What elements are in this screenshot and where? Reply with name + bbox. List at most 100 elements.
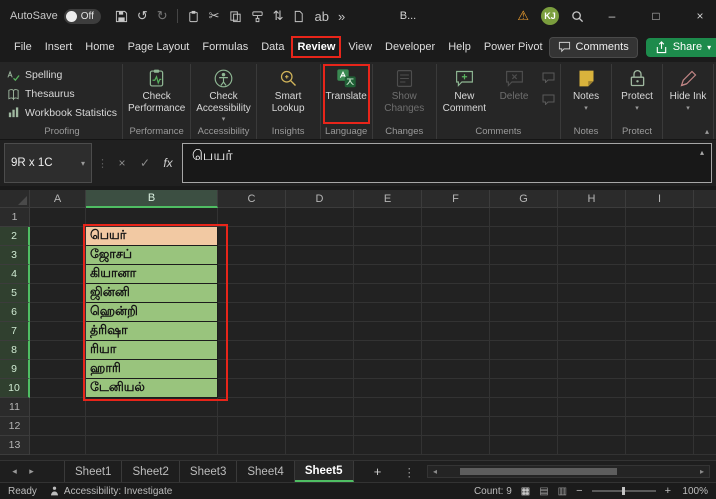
new-document-button[interactable] bbox=[292, 10, 305, 23]
scrollbar-thumb[interactable] bbox=[459, 468, 617, 475]
cell-c4[interactable] bbox=[218, 265, 286, 284]
comments-button[interactable]: Comments bbox=[548, 36, 638, 58]
cell-b6[interactable]: ஹென்றி bbox=[86, 303, 218, 322]
cell-f2[interactable] bbox=[422, 227, 490, 246]
tab-page-layout[interactable]: Page Layout bbox=[122, 36, 196, 58]
cell-d4[interactable] bbox=[286, 265, 354, 284]
cut-button[interactable]: ✂ bbox=[209, 8, 220, 24]
column-header-g[interactable]: G bbox=[490, 190, 558, 208]
cell-h4[interactable] bbox=[558, 265, 626, 284]
cell-c10[interactable] bbox=[218, 379, 286, 398]
cell-i3[interactable] bbox=[626, 246, 694, 265]
autosave-switch[interactable]: Off bbox=[63, 8, 101, 24]
cell-d1[interactable] bbox=[286, 208, 354, 227]
previous-comment-button[interactable] bbox=[540, 70, 556, 84]
cell-h8[interactable] bbox=[558, 341, 626, 360]
cell-e13[interactable] bbox=[354, 436, 422, 455]
cell-a7[interactable] bbox=[30, 322, 86, 341]
cell-i6[interactable] bbox=[626, 303, 694, 322]
cell-e2[interactable] bbox=[354, 227, 422, 246]
cell-h6[interactable] bbox=[558, 303, 626, 322]
cell-f12[interactable] bbox=[422, 417, 490, 436]
cell-i5[interactable] bbox=[626, 284, 694, 303]
save-button[interactable] bbox=[115, 10, 128, 23]
cell-g7[interactable] bbox=[490, 322, 558, 341]
cell-d10[interactable] bbox=[286, 379, 354, 398]
cell-g8[interactable] bbox=[490, 341, 558, 360]
tab-power-pivot[interactable]: Power Pivot bbox=[478, 36, 549, 58]
cell-b10[interactable]: டேனியல் bbox=[86, 379, 218, 398]
cell-e9[interactable] bbox=[354, 360, 422, 379]
share-button[interactable]: Share ▾ bbox=[645, 37, 716, 57]
cell-c7[interactable] bbox=[218, 322, 286, 341]
cell-f1[interactable] bbox=[422, 208, 490, 227]
warning-icon[interactable]: ⚠ bbox=[517, 8, 529, 24]
delete-comment-button[interactable]: Delete bbox=[491, 64, 537, 124]
column-header-f[interactable]: F bbox=[422, 190, 490, 208]
cell-c9[interactable] bbox=[218, 360, 286, 379]
cell-a3[interactable] bbox=[30, 246, 86, 265]
cell-g9[interactable] bbox=[490, 360, 558, 379]
sheet-tab-sheet3[interactable]: Sheet3 bbox=[180, 461, 238, 482]
cell-h1[interactable] bbox=[558, 208, 626, 227]
thesaurus-button[interactable]: Thesaurus bbox=[4, 88, 78, 101]
cell-b3[interactable]: ஜோசப் bbox=[86, 246, 218, 265]
cell-b5[interactable]: ஜின்னி bbox=[86, 284, 218, 303]
cell-g5[interactable] bbox=[490, 284, 558, 303]
cell-b7[interactable]: த்ரிஷா bbox=[86, 322, 218, 341]
zoom-out-button[interactable]: − bbox=[576, 485, 582, 497]
translate-button[interactable]: Translate bbox=[322, 64, 370, 124]
collapse-formula-bar-icon[interactable]: ▴ bbox=[700, 148, 704, 157]
row-header-10[interactable]: 10 bbox=[0, 379, 30, 398]
cell-a12[interactable] bbox=[30, 417, 86, 436]
new-sheet-button[interactable]: + bbox=[366, 461, 390, 482]
minimize-button[interactable]: – bbox=[596, 0, 628, 32]
cell-b2[interactable]: பெயர் bbox=[86, 227, 218, 246]
column-header-i[interactable]: I bbox=[626, 190, 694, 208]
tab-insert[interactable]: Insert bbox=[39, 36, 79, 58]
tab-help[interactable]: Help bbox=[442, 36, 477, 58]
search-button[interactable] bbox=[571, 10, 584, 23]
row-header-13[interactable]: 13 bbox=[0, 436, 30, 455]
cell-c8[interactable] bbox=[218, 341, 286, 360]
cell-f11[interactable] bbox=[422, 398, 490, 417]
cell-d13[interactable] bbox=[286, 436, 354, 455]
cell-f5[interactable] bbox=[422, 284, 490, 303]
name-box[interactable]: 9R x 1C ▾ bbox=[4, 143, 92, 183]
cell-d6[interactable] bbox=[286, 303, 354, 322]
cell-g10[interactable] bbox=[490, 379, 558, 398]
scrollbar-track[interactable] bbox=[442, 466, 695, 477]
cell-f3[interactable] bbox=[422, 246, 490, 265]
workbook-statistics-button[interactable]: Workbook Statistics bbox=[4, 106, 120, 119]
view-page-break-button[interactable]: ▥ bbox=[558, 486, 567, 497]
cell-a2[interactable] bbox=[30, 227, 86, 246]
row-header-12[interactable]: 12 bbox=[0, 417, 30, 436]
row-header-11[interactable]: 11 bbox=[0, 398, 30, 417]
cell-f13[interactable] bbox=[422, 436, 490, 455]
tab-review[interactable]: Review bbox=[291, 36, 342, 58]
cell-h13[interactable] bbox=[558, 436, 626, 455]
row-header-4[interactable]: 4 bbox=[0, 265, 30, 284]
cancel-entry-button[interactable]: × bbox=[113, 143, 131, 183]
protect-button[interactable]: Protect ▾ bbox=[614, 64, 660, 124]
column-header-b[interactable]: B bbox=[86, 190, 218, 208]
cell-e11[interactable] bbox=[354, 398, 422, 417]
zoom-in-button[interactable]: + bbox=[665, 485, 671, 497]
cell-i8[interactable] bbox=[626, 341, 694, 360]
cell-f7[interactable] bbox=[422, 322, 490, 341]
smart-lookup-button[interactable]: Smart Lookup bbox=[259, 64, 318, 124]
check-performance-button[interactable]: Check Performance bbox=[125, 64, 188, 124]
cell-e1[interactable] bbox=[354, 208, 422, 227]
cell-a6[interactable] bbox=[30, 303, 86, 322]
tab-developer[interactable]: Developer bbox=[379, 36, 441, 58]
cell-h9[interactable] bbox=[558, 360, 626, 379]
cell-d2[interactable] bbox=[286, 227, 354, 246]
tab-formulas[interactable]: Formulas bbox=[196, 36, 254, 58]
cell-g3[interactable] bbox=[490, 246, 558, 265]
cell-e12[interactable] bbox=[354, 417, 422, 436]
view-page-layout-button[interactable]: ▤ bbox=[539, 486, 548, 497]
cell-d3[interactable] bbox=[286, 246, 354, 265]
check-accessibility-button[interactable]: Check Accessibility ▾ bbox=[193, 64, 253, 124]
row-header-8[interactable]: 8 bbox=[0, 341, 30, 360]
cell-b12[interactable] bbox=[86, 417, 218, 436]
